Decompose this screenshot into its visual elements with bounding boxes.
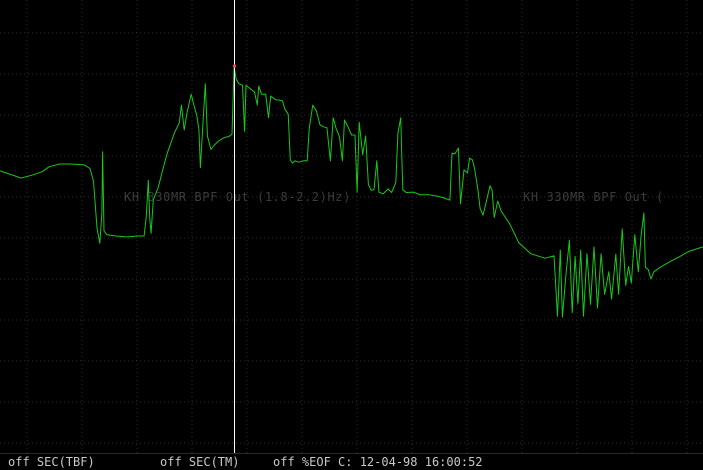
status-sec-tm[interactable]: off SEC(TM) [160, 454, 239, 470]
trace-plot-area[interactable]: KH 330MR BPF Out (1.8-2.2)Hz) KH 330MR B… [0, 0, 703, 453]
grid-layer [0, 0, 703, 453]
strip-chart-window: KH 330MR BPF Out (1.8-2.2)Hz) KH 330MR B… [0, 0, 703, 470]
cursor-marker [232, 64, 237, 68]
status-eof-clock[interactable]: off %EOF C: 12-04-98 16:00:52 [273, 454, 483, 470]
trace-label-2: KH 330MR BPF Out ( [523, 190, 664, 204]
trace-label-1: KH 330MR BPF Out (1.8-2.2)Hz) [124, 190, 351, 204]
status-bar: off SEC(TBF) off SEC(TM) off %EOF C: 12-… [0, 453, 703, 470]
status-sec-tbf[interactable]: off SEC(TBF) [8, 454, 95, 470]
